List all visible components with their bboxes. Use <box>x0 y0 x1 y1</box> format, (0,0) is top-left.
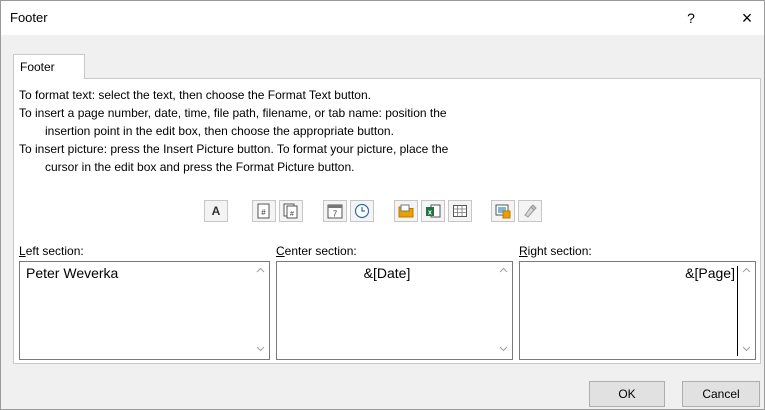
center-section-label-text: enter section: <box>284 244 357 258</box>
svg-text:#: # <box>290 211 294 218</box>
dialog-title: Footer <box>10 10 48 25</box>
left-section-label-text: eft section: <box>25 244 84 258</box>
right-section-text: &[Page] <box>685 265 735 281</box>
insert-page-number-button[interactable]: # <box>252 200 276 222</box>
left-section-label: Left section: <box>19 244 84 258</box>
right-section-editbox[interactable]: &[Page] <box>519 261 756 360</box>
svg-text:7: 7 <box>333 210 338 219</box>
center-section-label: Center section: <box>276 244 357 258</box>
scroll-down-icon[interactable] <box>742 344 751 353</box>
tab-footer-label: Footer <box>20 60 55 74</box>
insert-number-of-pages-button[interactable]: # <box>279 200 303 222</box>
right-section-access-key: R <box>519 244 528 258</box>
footer-dialog: Footer ? × Footer To format text: select… <box>0 0 765 410</box>
insert-sheet-name-icon <box>453 205 467 217</box>
close-button[interactable]: × <box>734 5 760 31</box>
insert-date-icon: 7 <box>327 204 343 219</box>
insert-file-name-button[interactable]: x <box>421 200 445 222</box>
right-section-scrollbar[interactable] <box>738 262 755 359</box>
ok-button[interactable]: OK <box>589 381 665 407</box>
insert-time-button[interactable] <box>350 200 374 222</box>
insert-picture-button[interactable] <box>491 200 515 222</box>
scroll-up-icon[interactable] <box>499 266 508 275</box>
instruction-line: To insert picture: press the Insert Pict… <box>19 142 449 156</box>
help-button[interactable]: ? <box>679 7 703 31</box>
format-text-icon: A <box>211 204 221 218</box>
insert-sheet-name-button[interactable] <box>448 200 472 222</box>
format-picture-icon <box>524 204 537 218</box>
left-section-access-key: L <box>19 244 26 258</box>
insert-number-of-pages-icon: # <box>283 203 298 219</box>
right-section-label-text: ight section: <box>527 244 592 258</box>
footer-tab-panel: To format text: select the text, then ch… <box>13 78 761 364</box>
scroll-up-icon[interactable] <box>256 266 265 275</box>
scroll-up-icon[interactable] <box>742 266 751 275</box>
left-section-scrollbar[interactable] <box>252 262 269 359</box>
format-text-button[interactable]: A <box>204 200 228 222</box>
insert-file-path-button[interactable] <box>394 200 418 222</box>
left-section-editbox[interactable]: Peter Weverka <box>19 261 270 360</box>
instruction-line: cursor in the edit box and press the For… <box>45 160 355 174</box>
insert-file-name-icon: x <box>426 204 441 218</box>
scroll-down-icon[interactable] <box>256 344 265 353</box>
insert-picture-icon <box>495 204 511 219</box>
right-section-label: Right section: <box>519 244 592 258</box>
insert-page-number-icon: # <box>257 203 270 219</box>
instruction-line: To format text: select the text, then ch… <box>19 88 371 102</box>
left-section-text: Peter Weverka <box>26 265 119 281</box>
svg-text:#: # <box>261 208 266 217</box>
scroll-down-icon[interactable] <box>499 344 508 353</box>
format-picture-button[interactable] <box>518 200 542 222</box>
instruction-line: insertion point in the edit box, then ch… <box>45 124 394 138</box>
insert-file-path-icon <box>398 204 414 218</box>
cancel-button[interactable]: Cancel <box>682 381 760 407</box>
center-section-text: &[Date] <box>363 265 411 281</box>
tab-footer[interactable]: Footer <box>13 54 85 79</box>
svg-text:x: x <box>428 210 432 217</box>
insert-date-button[interactable]: 7 <box>323 200 347 222</box>
center-section-scrollbar[interactable] <box>495 262 512 359</box>
title-bar: Footer ? × <box>1 1 764 35</box>
instruction-line: To insert a page number, date, time, fil… <box>19 106 447 120</box>
insert-time-icon <box>354 203 370 219</box>
center-section-editbox[interactable]: &[Date] <box>276 261 513 360</box>
center-section-access-key: C <box>276 244 285 258</box>
